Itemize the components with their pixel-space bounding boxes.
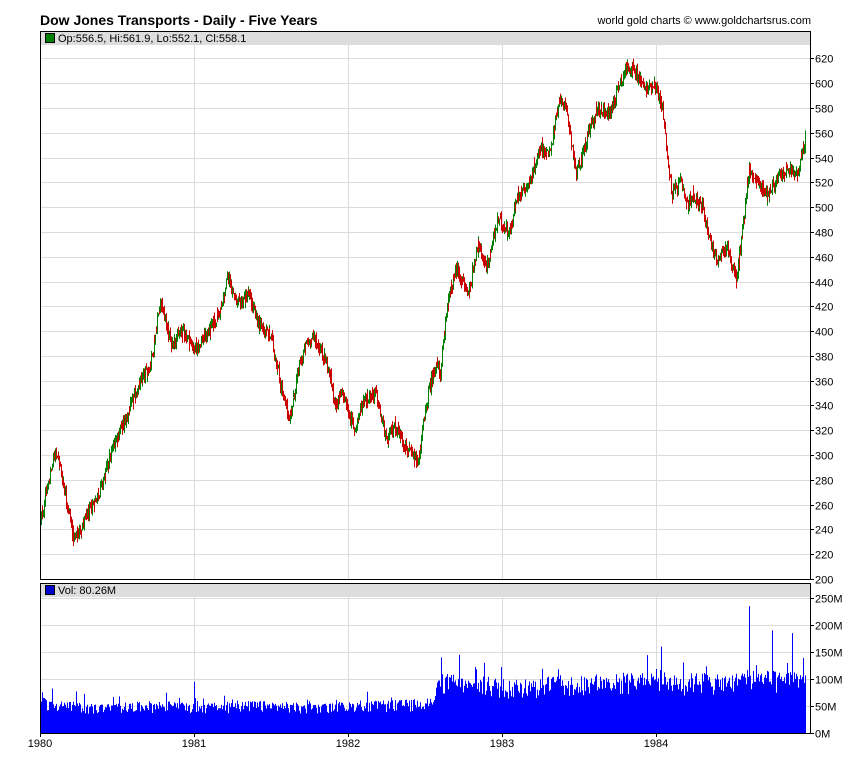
price-tick-label-560: 560: [815, 129, 833, 141]
x-tick-label-1982: 1982: [336, 738, 360, 750]
price-tick-label-340: 340: [815, 401, 833, 413]
price-tick-label-600: 600: [815, 79, 833, 91]
price-tick-label-260: 260: [815, 501, 833, 513]
volume-legend-text: Vol: 80.26M: [58, 585, 117, 597]
price-tick-label-480: 480: [815, 228, 833, 240]
price-tick-label-540: 540: [815, 154, 833, 166]
price-tick-label-240: 240: [815, 525, 833, 537]
price-tick-label-380: 380: [815, 352, 833, 364]
x-tick-label-1984: 1984: [644, 738, 668, 750]
price-tick-label-620: 620: [815, 54, 833, 66]
volume-legend: Vol: 80.26M: [41, 584, 116, 598]
price-tick-label-420: 420: [815, 302, 833, 314]
volume-tick-label-2: 100M: [815, 675, 843, 687]
price-legend-text: Op:556.5, Hi:561.9, Lo:552.1, Cl:558.1: [58, 33, 247, 45]
price-tick-label-320: 320: [815, 426, 833, 438]
volume-tick-label-4: 200M: [815, 621, 843, 633]
price-tick-label-220: 220: [815, 550, 833, 562]
price-legend-swatch: [45, 33, 55, 43]
price-tick-label-500: 500: [815, 203, 833, 215]
x-tick-label-1981: 1981: [182, 738, 206, 750]
price-bars-up: [40, 59, 806, 542]
price-tick-label-580: 580: [815, 104, 833, 116]
volume-legend-bar: [40, 583, 810, 597]
price-legend: Op:556.5, Hi:561.9, Lo:552.1, Cl:558.1: [41, 32, 246, 46]
volume-tick-label-5: 250M: [815, 594, 843, 606]
x-tick-label-1980: 1980: [28, 738, 52, 750]
price-tick-label-200: 200: [815, 575, 833, 587]
price-tick-label-520: 520: [815, 178, 833, 190]
price-tick-label-360: 360: [815, 377, 833, 389]
volume-legend-swatch: [45, 585, 55, 595]
price-tick-label-400: 400: [815, 327, 833, 339]
price-tick-label-300: 300: [815, 451, 833, 463]
x-tick-label-1983: 1983: [490, 738, 514, 750]
chart-canvas: 1980 1981 1982 1983 1984 200 220 240 260 280 300 32…: [28, 31, 843, 750]
price-tick-label-460: 460: [815, 253, 833, 265]
price-bars-down: [42, 58, 804, 547]
volume-tick-label-3: 150M: [815, 648, 843, 660]
volume-tick-label-0: 0M: [815, 729, 830, 741]
volume-tick-label-1: 50M: [815, 702, 836, 714]
price-panel-border: [40, 31, 811, 580]
price-tick-label-280: 280: [815, 476, 833, 488]
price-tick-label-440: 440: [815, 278, 833, 290]
